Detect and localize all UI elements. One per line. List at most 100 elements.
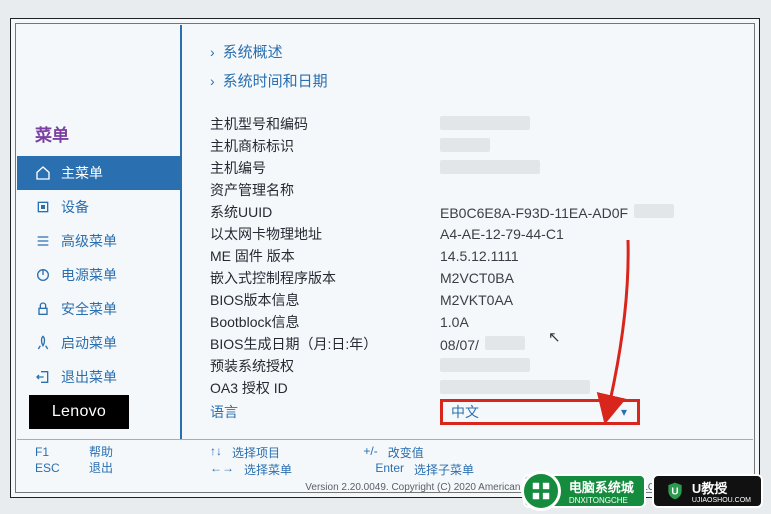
lock-icon	[35, 301, 51, 317]
field-row: Bootblock信息1.0A	[210, 311, 733, 333]
field-label: 以太网卡物理地址	[210, 224, 440, 244]
exit-icon	[35, 369, 51, 385]
field-value: M2VCT0BA	[440, 270, 733, 286]
annotation-arrow	[588, 235, 638, 435]
sidebar-item-2[interactable]: 高级菜单	[17, 224, 180, 258]
field-row: ME 固件 版本14.5.12.1111	[210, 245, 733, 267]
field-value	[440, 138, 733, 155]
field-label: OA3 授权 ID	[210, 378, 440, 398]
chip-icon	[35, 199, 51, 215]
power-icon	[35, 267, 51, 283]
menu-title: 菜单	[17, 115, 180, 156]
field-row: 主机商标标识	[210, 135, 733, 157]
field-value-text: EB0C6E8A-F93D-11EA-AD0F	[440, 205, 628, 221]
sidebar-item-label: 高级菜单	[61, 231, 117, 251]
watermark-black-url: UJIAOSHOU.COM	[692, 497, 751, 504]
field-label: 主机商标标识	[210, 136, 440, 156]
field-value: 1.0A	[440, 314, 733, 330]
home-icon	[35, 165, 51, 181]
field-value: 08/07/	[440, 336, 733, 353]
field-row: 嵌入式控制程序版本M2VCT0BA	[210, 267, 733, 289]
field-value-text: 08/07/	[440, 337, 479, 353]
grid-icon	[521, 471, 561, 511]
hint-select-item: 选择项目	[232, 444, 280, 461]
field-label: ME 固件 版本	[210, 246, 440, 266]
rocket-icon	[35, 335, 51, 351]
sidebar: 菜单 主菜单设备高级菜单电源菜单安全菜单启动菜单退出菜单 Lenovo	[17, 25, 182, 439]
sidebar-item-4[interactable]: 安全菜单	[17, 292, 180, 326]
field-label: 嵌入式控制程序版本	[210, 268, 440, 288]
language-value: 中文	[451, 402, 479, 422]
field-value-text: A4-AE-12-79-44-C1	[440, 226, 564, 242]
hint-select-menu: 选择菜单	[244, 461, 292, 478]
field-label: Bootblock信息	[210, 312, 440, 332]
field-value: M2VKT0AA	[440, 292, 733, 308]
sidebar-item-5[interactable]: 启动菜单	[17, 326, 180, 360]
key-esc: ESC	[35, 460, 71, 476]
watermark-black-text: U教授	[692, 478, 751, 497]
field-value-text: 1.0A	[440, 314, 469, 330]
link-label: 系统概述	[223, 41, 283, 62]
main-content: › 系统概述 › 系统时间和日期 主机型号和编码主机商标标识主机编号资产管理名称…	[182, 25, 753, 439]
sidebar-item-label: 退出菜单	[61, 367, 117, 387]
field-row: 预装系统授权	[210, 355, 733, 377]
hint-help: 帮助	[89, 444, 113, 460]
field-label: 主机编号	[210, 158, 440, 178]
sidebar-item-1[interactable]: 设备	[17, 190, 180, 224]
redacted-value	[440, 160, 540, 174]
hint-exit: 退出	[89, 460, 113, 476]
chevron-right-icon: ›	[210, 44, 215, 60]
watermark-green-url: DNXITONGCHE	[569, 496, 634, 505]
sidebar-item-0[interactable]: 主菜单	[17, 156, 180, 190]
key-leftright: ←→	[210, 461, 234, 478]
field-value	[440, 380, 733, 397]
sidebar-item-label: 安全菜单	[61, 299, 117, 319]
field-row: 系统UUIDEB0C6E8A-F93D-11EA-AD0F	[210, 201, 733, 223]
field-label: 资产管理名称	[210, 180, 440, 200]
key-plusminus: +/-	[363, 444, 377, 461]
shield-icon: U	[664, 480, 686, 502]
sidebar-item-3[interactable]: 电源菜单	[17, 258, 180, 292]
field-value	[440, 116, 733, 133]
field-value	[440, 160, 733, 177]
list-icon	[35, 233, 51, 249]
field-value: 14.5.12.1111	[440, 248, 733, 264]
field-label: BIOS版本信息	[210, 290, 440, 310]
key-f1: F1	[35, 444, 71, 460]
field-label: 预装系统授权	[210, 356, 440, 376]
chevron-right-icon: ›	[210, 73, 215, 89]
field-value-text: M2VCT0BA	[440, 270, 514, 286]
field-row: BIOS版本信息M2VKT0AA	[210, 289, 733, 311]
redacted-value	[440, 380, 590, 394]
field-label: BIOS生成日期（月:日:年）	[210, 334, 440, 354]
field-value	[440, 358, 733, 375]
field-row: 主机型号和编码	[210, 113, 733, 135]
field-value-text: M2VKT0AA	[440, 292, 513, 308]
link-system-datetime[interactable]: › 系统时间和日期	[210, 66, 733, 95]
sidebar-item-label: 设备	[61, 197, 89, 217]
key-updown: ↑↓	[210, 444, 222, 461]
redacted-value	[440, 358, 530, 372]
sidebar-item-label: 电源菜单	[61, 265, 117, 285]
lenovo-logo: Lenovo	[29, 395, 129, 429]
link-label: 系统时间和日期	[223, 70, 328, 91]
field-label: 主机型号和编码	[210, 114, 440, 134]
field-row: BIOS生成日期（月:日:年）08/07/	[210, 333, 733, 355]
field-value: A4-AE-12-79-44-C1	[440, 226, 733, 242]
watermark-black: U U教授 UJIAOSHOU.COM	[652, 474, 763, 508]
field-value-text: 14.5.12.1111	[440, 248, 519, 264]
watermarks: 电脑系统城 DNXITONGCHE U U教授 UJIAOSHOU.COM	[523, 474, 763, 508]
mouse-cursor-icon: ↖	[548, 328, 561, 346]
redacted-value	[634, 204, 674, 218]
redacted-value	[440, 138, 490, 152]
key-enter: Enter	[375, 461, 404, 478]
watermark-green: 电脑系统城 DNXITONGCHE	[523, 474, 646, 508]
field-row: 主机编号	[210, 157, 733, 179]
hint-select-submenu: 选择子菜单	[414, 461, 474, 478]
field-label: 系统UUID	[210, 202, 440, 222]
svg-text:U: U	[671, 486, 678, 497]
field-value: EB0C6E8A-F93D-11EA-AD0F	[440, 204, 733, 221]
watermark-green-text: 电脑系统城	[569, 477, 634, 496]
sidebar-item-6[interactable]: 退出菜单	[17, 360, 180, 394]
link-system-overview[interactable]: › 系统概述	[210, 37, 733, 66]
